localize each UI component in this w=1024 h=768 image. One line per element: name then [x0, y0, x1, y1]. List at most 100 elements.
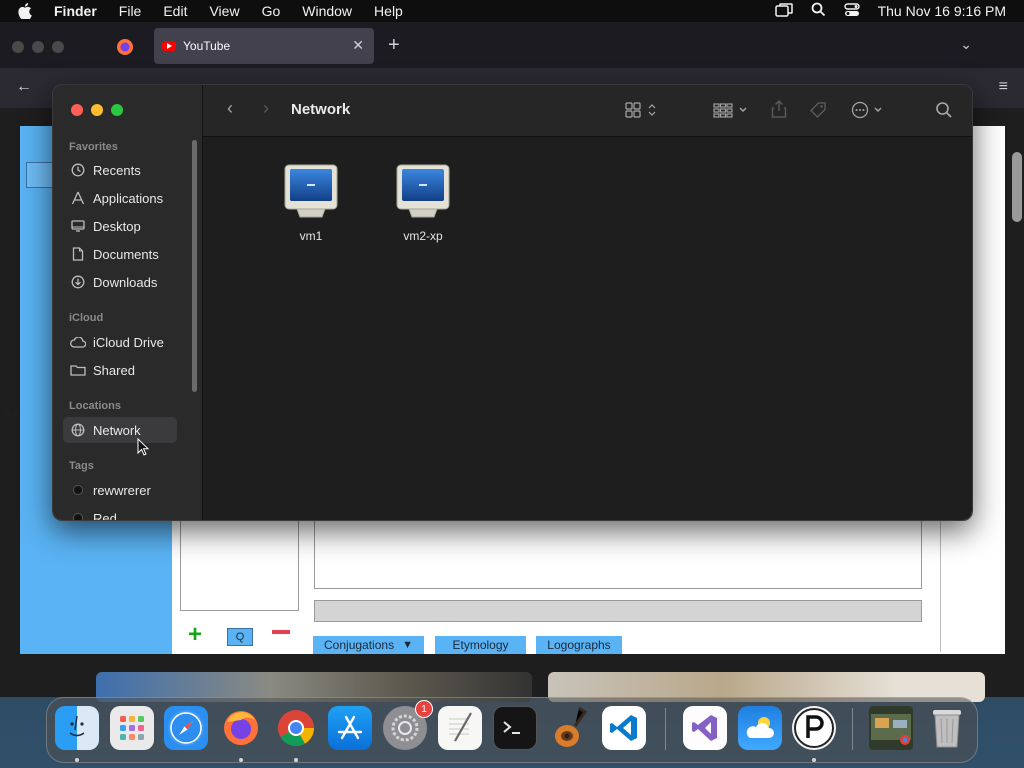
- menu-help[interactable]: Help: [374, 3, 403, 19]
- document-icon: [67, 247, 89, 261]
- textedit-dock-icon[interactable]: [438, 706, 482, 750]
- tab-youtube[interactable]: YouTube ✕: [154, 28, 374, 64]
- tag-color-dot: [73, 485, 83, 495]
- sidebar-item-documents[interactable]: Documents: [63, 241, 177, 267]
- desktop-icon: [67, 220, 89, 232]
- group-by-icon[interactable]: [713, 102, 749, 121]
- sidebar-item-tag-red[interactable]: Red: [63, 505, 177, 520]
- running-indicator: [75, 758, 79, 762]
- menu-datetime[interactable]: Thu Nov 16 9:16 PM: [878, 3, 1006, 19]
- sidebar-item-network[interactable]: Network: [63, 417, 177, 443]
- screen-mirroring-icon[interactable]: [774, 2, 793, 20]
- computer-monitor-icon: [283, 164, 339, 224]
- firefox-dock-icon[interactable]: [219, 706, 263, 750]
- trash-dock-icon[interactable]: [925, 706, 969, 750]
- page-right-column: [940, 514, 1002, 652]
- sidebar-item-label: Recents: [93, 162, 141, 178]
- finder-toolbar: ‹ › Network: [203, 85, 972, 137]
- share-icon[interactable]: [771, 100, 787, 121]
- garageband-dock-icon[interactable]: [547, 706, 591, 750]
- app-menu-icon[interactable]: ≡: [999, 78, 1008, 96]
- list-tabs-chevron-icon[interactable]: ⌄: [960, 36, 972, 53]
- network-item-vm2-xp[interactable]: vm2-xp: [381, 163, 465, 243]
- browser-scrollbar[interactable]: [1012, 152, 1022, 222]
- spotlight-search-icon[interactable]: [811, 2, 826, 20]
- firefox-view-icon[interactable]: [116, 38, 134, 61]
- tags-section-label: Tags: [69, 460, 94, 472]
- weather-dock-icon[interactable]: [738, 706, 782, 750]
- p-app-dock-icon[interactable]: [792, 706, 836, 750]
- menu-edit[interactable]: Edit: [163, 3, 187, 19]
- running-indicator: [294, 758, 298, 762]
- sidebar-item-shared[interactable]: Shared: [63, 357, 177, 383]
- favorites-section-label: Favorites: [69, 141, 118, 153]
- close-tab-icon[interactable]: ✕: [352, 37, 364, 54]
- vscode-dock-icon[interactable]: [602, 706, 646, 750]
- window-title: Network: [291, 101, 351, 118]
- icon-view-grid-icon[interactable]: [625, 102, 657, 121]
- tab-title: YouTube: [183, 39, 231, 53]
- visual-studio-dock-icon[interactable]: [683, 706, 727, 750]
- network-item-vm1[interactable]: vm1: [269, 163, 353, 243]
- remove-minus-icon[interactable]: [272, 630, 290, 634]
- sidebar-item-downloads[interactable]: Downloads: [63, 269, 177, 295]
- finder-content: ‹ › Network vm1 vm2-xp: [203, 85, 972, 520]
- app-store-dock-icon[interactable]: [328, 706, 372, 750]
- menu-go[interactable]: Go: [262, 3, 281, 19]
- back-chevron-icon[interactable]: ‹: [227, 98, 233, 119]
- close-window-icon[interactable]: [12, 41, 24, 53]
- zoom-button[interactable]: [111, 104, 123, 116]
- chrome-dock-icon[interactable]: [274, 706, 318, 750]
- q-button[interactable]: Q: [227, 628, 253, 646]
- item-name: vm2-xp: [403, 229, 443, 243]
- launchpad-dock-icon[interactable]: [110, 706, 154, 750]
- logographs-button[interactable]: Logographs: [536, 636, 622, 654]
- page-left-panel[interactable]: [180, 514, 299, 611]
- sidebar-item-recents[interactable]: Recents: [63, 157, 177, 183]
- sidebar-scrollbar[interactable]: [192, 140, 197, 392]
- tag-icon[interactable]: [809, 101, 827, 122]
- apple-menu-icon[interactable]: [18, 3, 38, 19]
- add-plus-icon[interactable]: +: [188, 623, 202, 647]
- minimize-window-icon[interactable]: [32, 41, 44, 53]
- computer-monitor-icon: [395, 164, 451, 224]
- sidebar-item-label: Desktop: [93, 218, 141, 234]
- sidebar-item-label: Downloads: [93, 274, 158, 290]
- finder-window-controls: [71, 104, 123, 116]
- finder-sidebar: Favorites Recents Applications Desktop D…: [53, 85, 203, 520]
- menu-file[interactable]: File: [119, 3, 142, 19]
- sidebar-item-applications[interactable]: Applications: [63, 185, 177, 211]
- system-settings-dock-icon[interactable]: 1: [383, 700, 433, 750]
- zoom-window-icon[interactable]: [52, 41, 64, 53]
- sidebar-item-desktop[interactable]: Desktop: [63, 213, 177, 239]
- conjugations-button[interactable]: Conjugations ▼: [313, 636, 424, 654]
- menu-app-name[interactable]: Finder: [54, 3, 97, 19]
- menu-window[interactable]: Window: [302, 3, 352, 19]
- new-tab-icon[interactable]: +: [388, 34, 400, 57]
- etymology-button[interactable]: Etymology: [435, 636, 526, 654]
- more-actions-icon[interactable]: [851, 101, 887, 122]
- dock-separator: [665, 708, 666, 750]
- finder-dock-icon[interactable]: [55, 706, 99, 750]
- sidebar-item-label: iCloud Drive: [93, 334, 164, 350]
- shared-folder-icon: [67, 364, 89, 376]
- page-main-textarea[interactable]: [314, 514, 922, 589]
- search-icon[interactable]: [935, 101, 953, 122]
- close-button[interactable]: [71, 104, 83, 116]
- menu-view[interactable]: View: [209, 3, 239, 19]
- back-arrow-icon[interactable]: ←: [16, 78, 32, 96]
- youtube-favicon-icon: [162, 41, 176, 51]
- page-blue-box[interactable]: [26, 162, 54, 188]
- forward-chevron-icon[interactable]: ›: [263, 98, 269, 119]
- sidebar-item-label: Shared: [93, 362, 135, 378]
- sidebar-item-label: Documents: [93, 246, 159, 262]
- safari-dock-icon[interactable]: [164, 706, 208, 750]
- control-center-icon[interactable]: [843, 2, 860, 20]
- dock: 1: [46, 697, 978, 763]
- page-input-bar[interactable]: [314, 600, 922, 622]
- sidebar-item-tag-rewwrerer[interactable]: rewwrerer: [63, 477, 177, 503]
- sidebar-item-icloud-drive[interactable]: iCloud Drive: [63, 329, 177, 355]
- minimize-button[interactable]: [91, 104, 103, 116]
- recent-downloads-stack-icon[interactable]: [869, 706, 913, 750]
- terminal-dock-icon[interactable]: [493, 706, 537, 750]
